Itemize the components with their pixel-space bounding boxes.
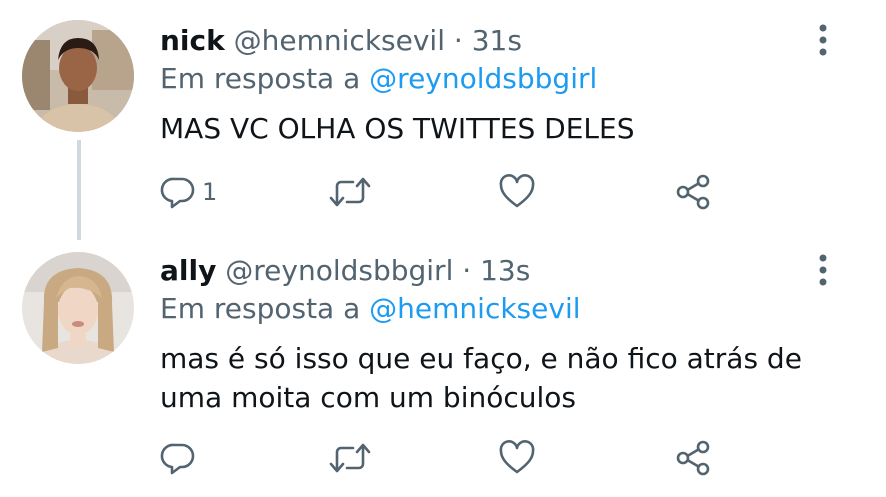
handle[interactable]: @hemnicksevil <box>234 24 445 57</box>
heart-icon <box>499 174 535 208</box>
heart-icon <box>499 440 535 474</box>
reply-count: 1 <box>202 178 218 206</box>
share-button[interactable] <box>674 438 712 478</box>
tweet-text: MAS VC OLHA OS TWITTES DELES <box>160 112 635 145</box>
reply-mention-link[interactable]: @reynoldsbbgirl <box>369 62 597 95</box>
avatar-photo-icon <box>22 20 134 132</box>
avatar-photo-icon <box>22 252 134 364</box>
reply-prefix: Em resposta a <box>160 292 361 325</box>
reply-prefix: Em resposta a <box>160 62 361 95</box>
more-options-icon <box>819 254 827 286</box>
more-options-icon <box>819 24 827 56</box>
reply-icon <box>160 443 195 475</box>
share-icon <box>676 174 710 210</box>
reply-icon <box>160 177 195 209</box>
tweet[interactable]: nick @hemnicksevil · 31s Em resposta a @… <box>0 0 886 240</box>
tweet-header: nick @hemnicksevil · 31s <box>160 24 522 58</box>
reply-context: Em resposta a @hemnicksevil <box>160 292 581 326</box>
avatar[interactable] <box>22 20 134 132</box>
tweet-actions <box>160 438 840 478</box>
separator: · <box>453 24 463 57</box>
tweet-actions: 1 <box>160 172 840 212</box>
reply-context: Em resposta a @reynoldsbbgirl <box>160 62 597 96</box>
reply-mention-link[interactable]: @hemnicksevil <box>369 292 580 325</box>
more-options-button[interactable] <box>808 22 838 58</box>
tweet-header: ally @reynoldsbbgirl · 13s <box>160 254 530 288</box>
share-icon <box>676 440 710 476</box>
reply-button[interactable]: 1 <box>160 172 217 212</box>
share-button[interactable] <box>674 172 712 212</box>
retweet-icon <box>329 177 371 207</box>
more-options-button[interactable] <box>808 252 838 288</box>
retweet-button[interactable] <box>328 438 372 478</box>
tweet-thread: nick @hemnicksevil · 31s Em resposta a @… <box>0 0 886 497</box>
handle[interactable]: @reynoldsbbgirl <box>225 254 453 287</box>
reply-button[interactable] <box>160 438 202 478</box>
retweet-icon <box>329 443 371 473</box>
like-button[interactable] <box>498 438 536 478</box>
timestamp[interactable]: 31s <box>472 24 522 57</box>
tweet-text: mas é só isso que eu faço, e não fico at… <box>160 342 802 414</box>
tweet[interactable]: ally @reynoldsbbgirl · 13s Em resposta a… <box>0 240 886 497</box>
display-name[interactable]: nick <box>160 24 225 57</box>
like-button[interactable] <box>498 172 536 212</box>
retweet-button[interactable] <box>328 172 372 212</box>
timestamp[interactable]: 13s <box>480 254 530 287</box>
separator: · <box>462 254 472 287</box>
display-name[interactable]: ally <box>160 254 216 287</box>
avatar[interactable] <box>22 252 134 364</box>
